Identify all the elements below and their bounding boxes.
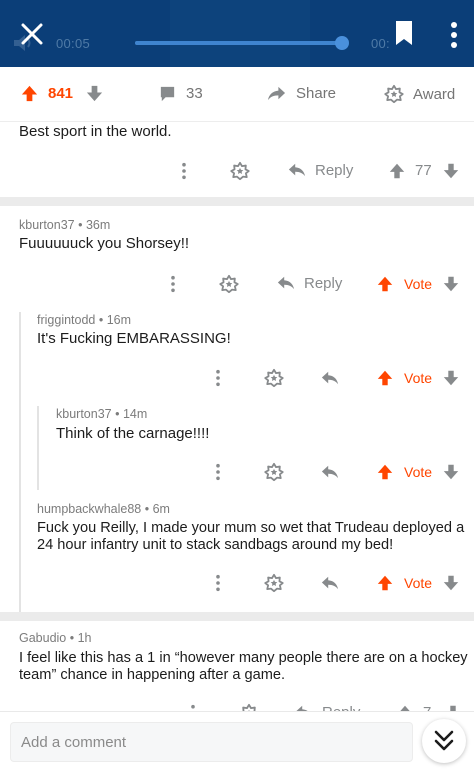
comment-age: 1h xyxy=(77,631,92,645)
video-frame-shade xyxy=(170,0,310,67)
upvote-arrow-icon[interactable] xyxy=(376,369,394,387)
reply-arrow-icon[interactable] xyxy=(320,574,340,592)
vote-label: Vote xyxy=(404,276,433,292)
post-vote-group: 841 xyxy=(20,84,104,103)
share-arrow-icon xyxy=(266,84,287,103)
award-star-icon[interactable] xyxy=(230,161,250,181)
comment-body: Fuuuuuuck you Shorsey!! xyxy=(19,235,190,252)
video-seek-knob[interactable] xyxy=(334,36,349,50)
next-comment-button[interactable] xyxy=(422,719,466,763)
downvote-arrow-icon[interactable] xyxy=(442,369,460,387)
comment-body: Think of the carnage!!!! xyxy=(56,425,210,442)
comment-score: 77 xyxy=(415,162,432,179)
bookmark-icon[interactable] xyxy=(394,20,414,46)
comment-meta: kburton37 • 14m xyxy=(56,407,148,421)
reply-arrow-icon[interactable] xyxy=(320,463,340,481)
vote-label: Vote xyxy=(404,575,433,591)
comment-action-bar: Vote xyxy=(0,459,474,485)
comment-meta: Gabudio • 1h xyxy=(19,631,92,645)
award-star-icon[interactable] xyxy=(264,573,284,593)
award-label: Award xyxy=(413,85,456,103)
close-icon[interactable] xyxy=(20,22,44,46)
comment-body-line: 24 hour infantry unit to stack sandbags … xyxy=(37,537,394,553)
video-seek-bar[interactable] xyxy=(135,41,344,45)
comment-body: It's Fucking EMBARASSING! xyxy=(37,330,231,347)
comment-body: Best sport in the world. xyxy=(19,123,172,140)
award-star-icon[interactable] xyxy=(264,368,284,388)
comment-author[interactable]: friggintodd xyxy=(37,313,95,327)
comment-count: 33 xyxy=(186,85,203,102)
video-seek-fill xyxy=(135,41,342,45)
comment-author[interactable]: humpbackwhale88 xyxy=(37,502,141,516)
upvote-arrow-icon[interactable] xyxy=(388,162,406,180)
downvote-arrow-icon[interactable] xyxy=(442,275,460,293)
comment-action-bar: Reply 77 xyxy=(0,158,474,184)
reply-label: Reply xyxy=(315,161,354,179)
post-score: 841 xyxy=(48,85,74,102)
more-vertical-icon[interactable] xyxy=(170,275,176,293)
comment-author[interactable]: Gabudio xyxy=(19,631,66,645)
upvote-arrow-icon[interactable] xyxy=(376,574,394,592)
reply-label: Reply xyxy=(304,274,343,292)
reply-button[interactable]: Reply xyxy=(276,274,342,292)
double-chevron-down-icon xyxy=(434,730,454,751)
comment-action-bar: Reply Vote xyxy=(0,271,474,297)
comment-age: 16m xyxy=(106,313,132,327)
comment-separator xyxy=(0,612,474,621)
comment-action-bar: Vote xyxy=(0,570,474,596)
add-comment-input[interactable] xyxy=(10,722,413,762)
comment-meta: kburton37 • 36m xyxy=(19,218,111,232)
more-vertical-icon[interactable] xyxy=(215,369,221,387)
comment-separator xyxy=(0,197,474,206)
award-button[interactable]: Award xyxy=(384,84,455,104)
comment-bubble-icon xyxy=(158,84,177,103)
downvote-arrow-icon[interactable] xyxy=(442,574,460,592)
comment-action-bar: Vote xyxy=(0,365,474,391)
reply-arrow-icon xyxy=(287,161,307,179)
video-current-time: 00:05 xyxy=(56,36,91,51)
comment-age: 6m xyxy=(152,502,170,516)
post-action-bar: 841 33 Share Award xyxy=(0,67,474,122)
video-player-bar: 00:05 00: xyxy=(0,0,474,67)
vote-label: Vote xyxy=(404,370,433,386)
comment-author[interactable]: kburton37 xyxy=(56,407,112,421)
more-vertical-icon[interactable] xyxy=(215,574,221,592)
comments-button[interactable]: 33 xyxy=(158,84,203,103)
comment-meta: humpbackwhale88 • 6m xyxy=(37,502,170,516)
comment-body-line: team” chance in happening after a game. xyxy=(19,667,286,683)
video-total-time: 00: xyxy=(371,36,390,51)
more-vertical-icon[interactable] xyxy=(444,20,464,50)
comment-age: 36m xyxy=(85,218,111,232)
upvote-arrow-icon[interactable] xyxy=(376,275,394,293)
award-star-icon[interactable] xyxy=(264,462,284,482)
comment-author[interactable]: kburton37 xyxy=(19,218,75,232)
downvote-arrow-icon[interactable] xyxy=(85,84,104,103)
award-star-icon xyxy=(384,84,404,104)
reply-arrow-icon[interactable] xyxy=(320,369,340,387)
downvote-arrow-icon[interactable] xyxy=(442,162,460,180)
share-button[interactable]: Share xyxy=(266,84,336,103)
upvote-arrow-icon[interactable] xyxy=(20,84,39,103)
award-star-icon[interactable] xyxy=(219,274,239,294)
more-vertical-icon[interactable] xyxy=(215,463,221,481)
reply-button[interactable]: Reply xyxy=(287,161,353,179)
comment-meta: friggintodd • 16m xyxy=(37,313,132,327)
reply-arrow-icon xyxy=(276,274,296,292)
downvote-arrow-icon[interactable] xyxy=(442,463,460,481)
share-label: Share xyxy=(296,85,337,102)
more-vertical-icon[interactable] xyxy=(181,162,187,180)
comment-age: 14m xyxy=(122,407,148,421)
vote-label: Vote xyxy=(404,464,433,480)
upvote-arrow-icon[interactable] xyxy=(376,463,394,481)
comment-composer-bar xyxy=(0,711,474,770)
